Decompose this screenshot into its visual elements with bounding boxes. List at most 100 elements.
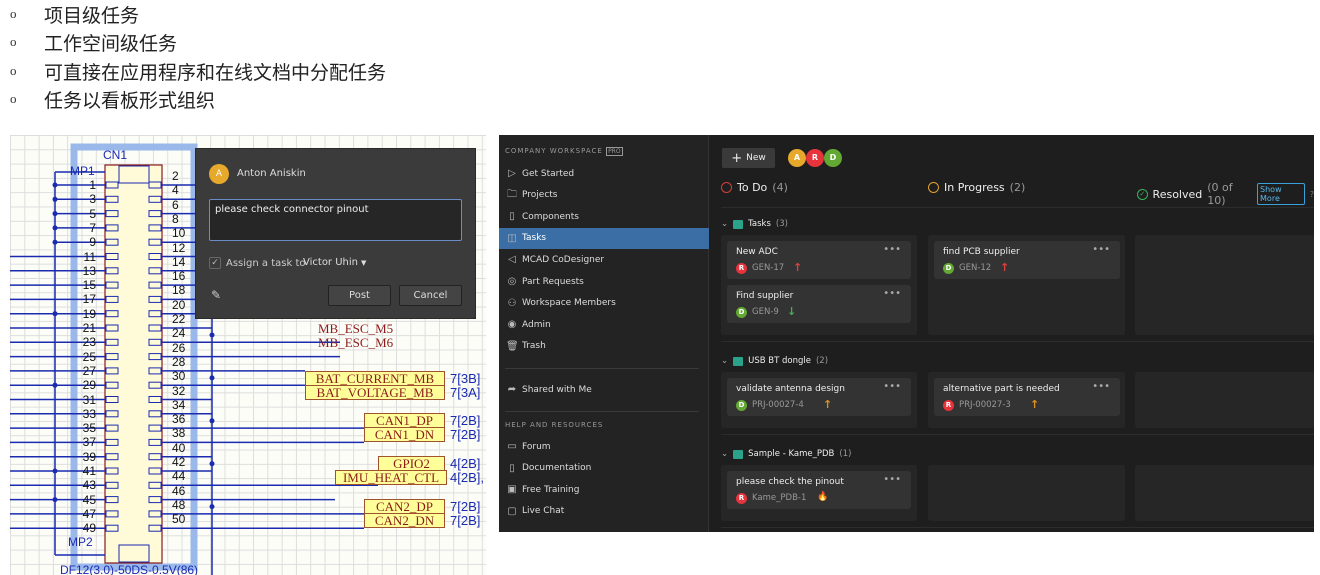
sheet-ref: 4[2B], [450,470,484,485]
more-options-icon[interactable]: ••• [883,474,901,485]
chevron-down-icon[interactable]: ⌄ [721,356,728,366]
task-card[interactable]: Find supplier ••• D GEN-9 ↓ [727,285,911,323]
sidebar-item-documentation[interactable]: ▯ Documentation [499,458,709,479]
net-label: MB_ESC_M6 [318,335,394,350]
more-options-icon[interactable]: ••• [883,288,901,299]
task-id: GEN-9 [752,307,779,317]
project-icon [733,219,744,229]
chevron-down-icon[interactable]: ⌄ [721,219,728,229]
sidebar-item-free-training[interactable]: ▣ Free Training [499,479,709,500]
bullet-marker: o [10,91,17,106]
pen-icon[interactable]: ✎ [211,288,221,302]
pin-number: 14 [172,254,186,269]
sheet-ref: 7[3B] [450,371,481,386]
pin-number: 49 [82,521,96,536]
post-button[interactable]: Post [328,285,391,306]
sidebar-item-label: MCAD CoDesigner [522,254,605,265]
project-icon [733,449,744,459]
group-count: (2) [815,356,829,366]
assign-checkbox[interactable]: ✓ [209,257,221,269]
pin-number: 15 [82,278,96,293]
caret-down-icon: ▼ [361,259,367,267]
bullet-item: 可直接在应用程序和在线文档中分配任务 [44,62,387,84]
sidebar-item-admin[interactable]: ◉ Admin [499,314,709,335]
task-card[interactable]: validate antenna design ••• D PRJ-00027-4 ↑ [727,378,911,416]
more-options-icon[interactable]: ••• [883,244,901,255]
pin-number: 27 [82,363,96,378]
sidebar-item-label: Forum [522,441,551,452]
pin-number: 39 [82,449,96,464]
sidebar-item-trash[interactable]: 🗑 Trash [499,336,709,357]
plus-icon: + [731,150,743,166]
new-button[interactable]: + New [722,148,775,168]
task-card[interactable]: New ADC ••• R GEN-17 ↑ [727,241,911,279]
priority-icon: ↓ [787,305,797,318]
nav-icon: ◉ [507,319,517,331]
sheet-ref: 7[2B] [450,427,481,442]
more-options-icon[interactable]: ••• [883,381,901,392]
sheet-ref: 7[3A] [450,385,481,400]
assign-label: Assign a task to [226,258,306,269]
member-avatar[interactable]: A [788,149,806,167]
sheet-ref: 4[2B] [450,456,481,471]
net-port: CAN1_DP [364,413,445,428]
more-options-icon[interactable]: ••• [1092,244,1110,255]
sidebar-item-tasks[interactable]: ◫ Tasks [499,227,709,249]
sidebar-item-projects[interactable]: 🗀 Projects [499,185,709,206]
pin-number: 36 [172,412,186,427]
pin-number: 48 [172,497,186,512]
help-icon[interactable]: ? [1310,190,1314,199]
divider [721,341,1314,342]
bullet-item: 项目级任务 [44,5,140,27]
assignee-dropdown[interactable]: Victor Uhin ▼ [303,257,366,269]
task-card[interactable]: please check the pinout ••• R Kame_PDB-1 🔥 [727,471,911,509]
sidebar-item-label: Free Training [522,484,580,495]
pin-number: 9 [89,235,96,250]
column-header-in-progress: In Progress (2) [928,181,1025,194]
group-count: (1) [839,449,852,459]
sidebar-item-label: Workspace Members [522,298,616,309]
sheet-ref: 7[2B] [450,513,481,528]
junction [52,182,58,188]
sidebar-item-components[interactable]: ▯ Components [499,206,709,227]
pin-number: 37 [82,435,96,450]
cancel-button[interactable]: Cancel [399,285,462,306]
sidebar-item-label: Live Chat [522,506,565,517]
assignee-avatar: R [736,493,747,504]
task-group-header[interactable]: ⌄ Tasks (3) [721,219,788,229]
member-avatar[interactable]: D [824,149,842,167]
sidebar-item-label: Admin [522,319,551,330]
more-options-icon[interactable]: ••• [1092,381,1110,392]
task-card[interactable]: find PCB supplier ••• D GEN-12 ↑ [934,241,1120,279]
task-id: GEN-12 [959,263,992,273]
sidebar-item-mcad-codesigner[interactable]: ◁ MCAD CoDesigner [499,249,709,270]
group-count: (3) [775,219,788,229]
chevron-down-icon[interactable]: ⌄ [721,449,728,459]
group-name: Sample - Kame_PDB [748,449,835,459]
junction [209,332,215,338]
sidebar-item-workspace-members[interactable]: ⚇ Workspace Members [499,293,709,314]
pin-number: 47 [82,506,96,521]
junction [52,468,58,474]
sidebar-item-label: Tasks [522,233,547,244]
sidebar-item-live-chat[interactable]: ▢ Live Chat [499,501,709,522]
pin-number: 31 [82,392,96,407]
sidebar-item-forum[interactable]: ▭ Forum [499,436,709,457]
column-count: (0 of 10) [1207,181,1233,207]
pin-number: 24 [172,326,186,341]
junction [209,461,215,467]
pin-number: 45 [82,492,96,507]
task-group-header[interactable]: ⌄ USB BT dongle (2) [721,356,828,366]
nav-icon: ◎ [507,276,517,287]
sidebar-item-shared[interactable]: ➦ Shared with Me [499,379,709,400]
sidebar-item-get-started[interactable]: ▷ Get Started [499,163,709,184]
sidebar-item-part-requests[interactable]: ◎ Part Requests [499,271,709,292]
task-card[interactable]: alternative part is needed ••• R PRJ-00027-… [934,378,1120,416]
member-avatar[interactable]: R [806,149,824,167]
column-title: To Do [737,181,768,194]
comment-input[interactable]: please check connector pinout [209,199,462,241]
task-group-header[interactable]: ⌄ Sample - Kame_PDB (1) [721,449,851,459]
priority-icon: ↑ [793,261,803,274]
column-count: (2) [1009,181,1026,194]
show-more-button[interactable]: Show More [1257,183,1305,205]
